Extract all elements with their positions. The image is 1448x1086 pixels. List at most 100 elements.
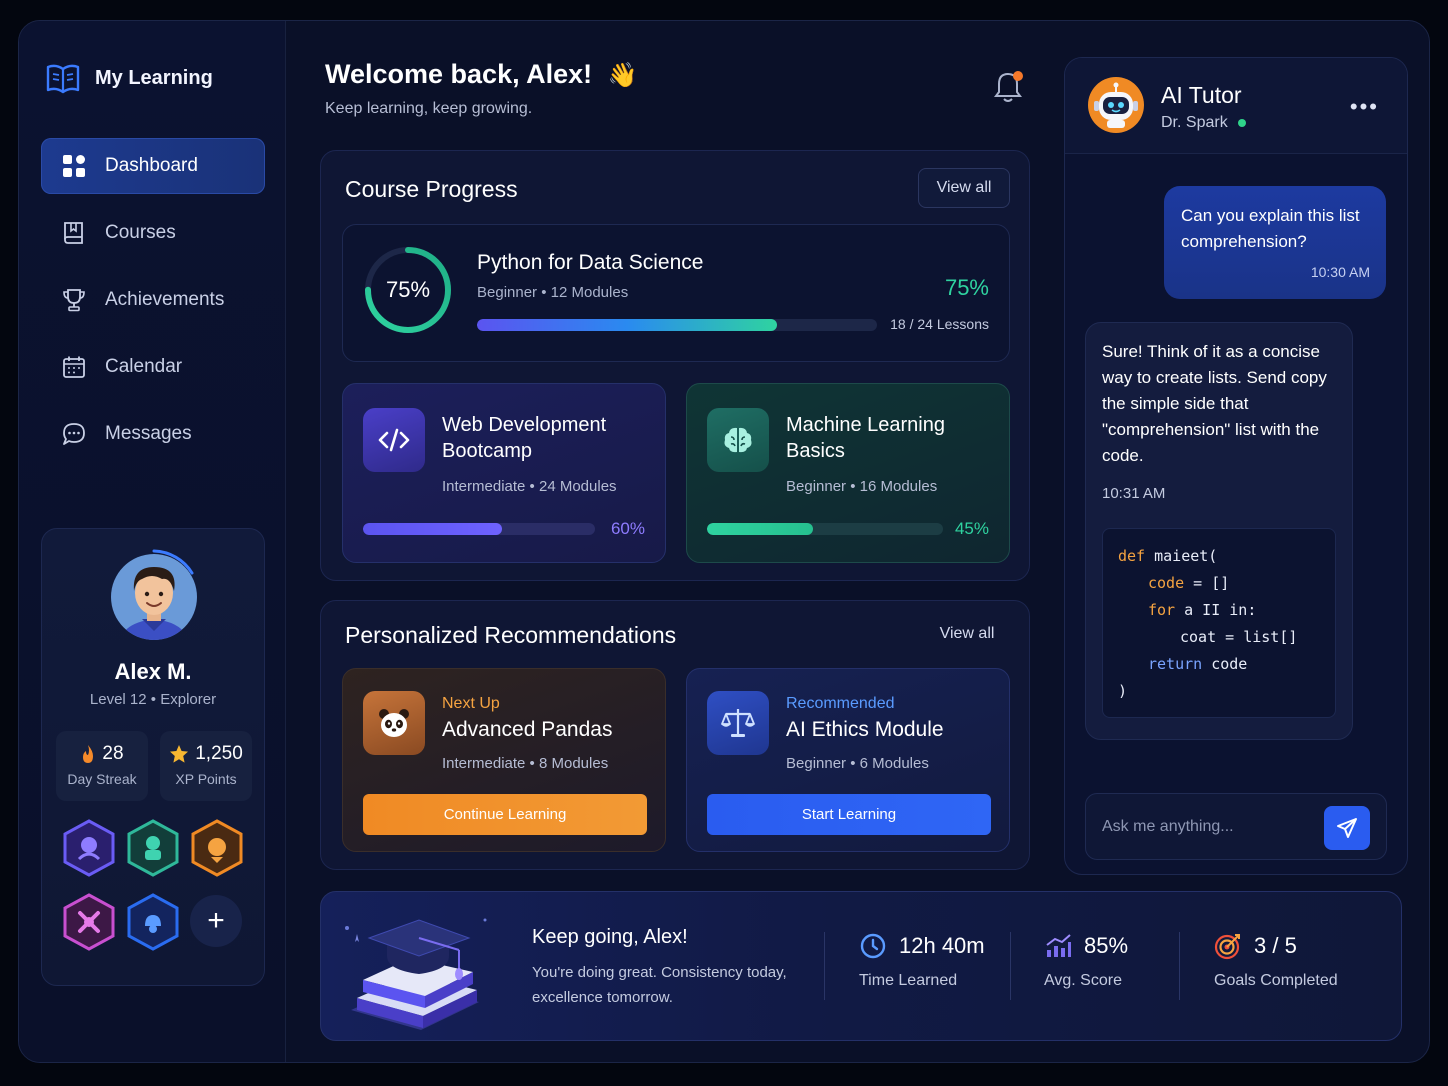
sidebar-item-messages[interactable]: Messages	[41, 406, 265, 462]
stat-value: 12h 40m	[899, 933, 985, 958]
badge-pink-icon[interactable]	[62, 893, 116, 951]
course-meta: Beginner • 16 Modules	[786, 478, 937, 495]
bell-icon[interactable]	[991, 69, 1025, 105]
online-status-dot	[1237, 119, 1246, 127]
welcome-text: Welcome back, Alex!	[325, 59, 593, 89]
send-icon	[1337, 818, 1357, 838]
sidebar-item-courses[interactable]: Courses	[41, 205, 265, 261]
message-text: Sure! Think of it as a concise way to cr…	[1102, 342, 1327, 465]
badge-teal-icon[interactable]	[126, 819, 180, 877]
profile-card: Alex M. Level 12 • Explorer 28 Day Strea…	[41, 528, 265, 986]
sidebar: My Learning Dashboard Courses Achievemen…	[19, 21, 286, 1062]
book-icon	[64, 222, 83, 244]
chart-icon	[1046, 934, 1071, 957]
recommendation-card-pandas[interactable]: Next Up Advanced Pandas Intermediate • 8…	[342, 668, 666, 852]
stat-value: 85%	[1084, 933, 1129, 958]
course-lessons: 18 / 24 Lessons	[890, 316, 989, 332]
progress-ring-label: 75%	[385, 277, 431, 302]
stat-goals-completed: 3 / 5 Goals Completed	[1214, 932, 1338, 990]
graduation-books-illustration	[345, 918, 487, 1030]
send-button[interactable]	[1324, 806, 1370, 850]
chat-header: AI Tutor Dr. Spark •••	[1065, 58, 1407, 154]
course-meta: Beginner • 12 Modules	[477, 284, 628, 301]
sidebar-item-dashboard[interactable]: Dashboard	[41, 138, 265, 194]
add-badge-button[interactable]: +	[190, 895, 242, 947]
xp-label: XP Points	[175, 771, 237, 787]
message-time: 10:30 AM	[1310, 264, 1370, 280]
stat-label: Avg. Score	[1044, 972, 1122, 989]
sidebar-item-achievements[interactable]: Achievements	[41, 272, 265, 328]
code-line: return code	[1118, 651, 1335, 678]
avatar[interactable]	[104, 547, 204, 647]
code-keyword: def	[1118, 547, 1146, 565]
start-learning-button[interactable]: Start Learning	[707, 794, 991, 835]
progress-bar	[707, 523, 943, 535]
panda-icon	[363, 691, 425, 755]
chat-bubble-icon	[63, 423, 85, 445]
course-percent: 60%	[610, 519, 645, 538]
dot-separator: •	[525, 755, 539, 772]
motivation-banner: Keep going, Alex! You're doing great. Co…	[320, 891, 1402, 1041]
sidebar-item-label: Messages	[105, 423, 192, 444]
recommendation-title: Advanced Pandas	[442, 718, 613, 741]
chat-input-bar	[1085, 793, 1387, 860]
user-message: Can you explain this list comprehension?…	[1164, 186, 1386, 299]
sidebar-item-calendar[interactable]: Calendar	[41, 339, 265, 395]
divider	[1010, 932, 1011, 1000]
code-keyword: return	[1148, 655, 1203, 673]
badge-blue-icon[interactable]	[126, 893, 180, 951]
course-level: Beginner	[477, 284, 538, 301]
recommendations-view-all-link[interactable]: View all	[927, 615, 1007, 653]
xp-stat: 1,250 XP Points	[160, 731, 252, 801]
chat-subtitle: Dr. Spark	[1161, 114, 1246, 132]
plus-icon: +	[207, 904, 225, 937]
ai-tutor-chat: AI Tutor Dr. Spark ••• Can you explain t…	[1064, 57, 1408, 875]
badge-orange-icon[interactable]	[190, 819, 244, 877]
course-percent: 75%	[944, 275, 989, 300]
recommendation-modules: 6 Modules	[859, 755, 929, 772]
code-line: coat = list[]	[1180, 628, 1298, 646]
code-keyword: for	[1148, 601, 1176, 619]
more-options-icon[interactable]: •••	[1350, 94, 1379, 120]
divider	[824, 932, 825, 1000]
code-line: for a II in:	[1118, 597, 1335, 624]
profile-level: Level 12 • Explorer	[42, 691, 264, 708]
brand[interactable]: My Learning	[45, 61, 213, 95]
sidebar-item-label: Calendar	[105, 356, 183, 377]
scales-icon	[707, 691, 769, 755]
course-modules: 24 Modules	[538, 478, 617, 495]
recommendation-level: Intermediate	[442, 755, 526, 772]
stat-label: Goals Completed	[1214, 972, 1338, 989]
chat-message-input[interactable]	[1102, 814, 1312, 840]
recommendation-meta: Intermediate • 8 Modules	[442, 755, 608, 772]
star-icon	[170, 745, 189, 763]
dot-separator: •	[846, 478, 860, 495]
course-title: Web Development Bootcamp	[442, 414, 607, 462]
continue-learning-button[interactable]: Continue Learning	[363, 794, 647, 835]
badge-purple-icon[interactable]	[62, 819, 116, 877]
course-card-python[interactable]: 75% Python for Data Science Beginner • 1…	[342, 224, 1010, 362]
open-book-icon	[46, 64, 80, 94]
progress-bar	[477, 319, 877, 331]
streak-label: Day Streak	[67, 771, 137, 787]
robot-avatar-icon	[1088, 77, 1144, 133]
message-time: 10:31 AM	[1102, 485, 1166, 502]
brain-icon	[707, 408, 769, 472]
course-level: Intermediate	[442, 478, 526, 495]
message-text: Can you explain this list comprehension?	[1181, 206, 1360, 251]
dot-separator: •	[537, 284, 551, 301]
code-keyword: code	[1148, 574, 1185, 592]
profile-name: Alex M.	[114, 659, 192, 684]
course-progress-view-all-button[interactable]: View all	[918, 168, 1010, 208]
course-card-web-dev[interactable]: Web Development Bootcamp Intermediate • …	[342, 383, 666, 563]
code-line: )	[1118, 682, 1128, 700]
dot-separator: •	[150, 691, 161, 708]
course-percent: 45%	[954, 519, 989, 538]
page-subtitle: Keep learning, keep growing.	[325, 100, 533, 117]
course-card-machine-learning[interactable]: Machine Learning Basics Beginner • 16 Mo…	[686, 383, 1010, 563]
recommendation-title: AI Ethics Module	[786, 718, 944, 741]
code-block: def maieet( code = [] for a II in: coat …	[1102, 528, 1336, 718]
recommendation-kicker: Next Up	[442, 695, 500, 712]
recommendation-card-ai-ethics[interactable]: Recommended AI Ethics Module Beginner • …	[686, 668, 1010, 852]
flame-icon	[83, 745, 94, 763]
